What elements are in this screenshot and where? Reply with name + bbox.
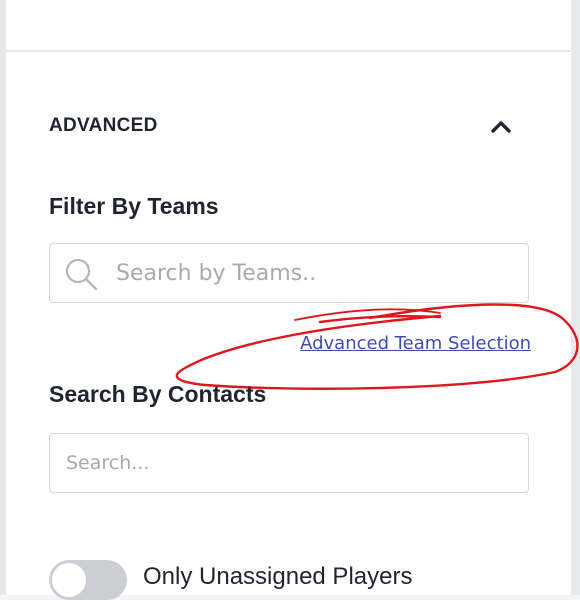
scrollbar-track[interactable] (571, 0, 580, 595)
unassigned-players-label: Only Unassigned Players (143, 563, 413, 590)
chevron-up-icon[interactable] (487, 113, 515, 141)
contacts-search-field[interactable] (49, 433, 529, 493)
advanced-section-title: ADVANCED (49, 115, 158, 136)
teams-search-field[interactable] (49, 243, 529, 303)
toggle-knob (52, 563, 86, 597)
section-divider (6, 50, 571, 52)
filter-by-teams-label: Filter By Teams (49, 193, 219, 219)
unassigned-players-toggle[interactable] (49, 560, 127, 600)
advanced-section-header[interactable]: ADVANCED (49, 113, 515, 141)
search-icon (63, 256, 101, 292)
advanced-team-selection-link[interactable]: Advanced Team Selection (300, 333, 531, 354)
teams-search-input[interactable] (116, 244, 516, 302)
contacts-search-input[interactable] (66, 434, 516, 492)
search-by-contacts-label: Search By Contacts (49, 381, 267, 407)
